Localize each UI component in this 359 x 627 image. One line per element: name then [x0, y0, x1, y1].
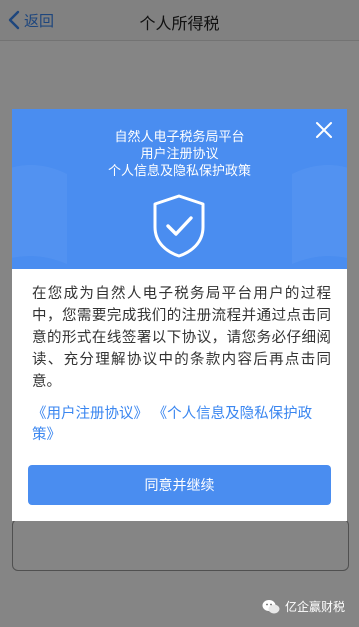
dialog-header: 自然人电子税务局平台 用户注册协议 个人信息及隐私保护政策: [12, 109, 347, 269]
agree-continue-button[interactable]: 同意并继续: [28, 465, 331, 505]
wechat-icon: [262, 599, 280, 613]
user-agreement-link[interactable]: 《用户注册协议》: [32, 406, 148, 422]
dialog-title-line3: 个人信息及隐私保护政策: [107, 164, 251, 179]
close-button[interactable]: [313, 119, 335, 141]
close-icon: [316, 122, 332, 138]
dialog-title: 自然人电子税务局平台 用户注册协议 个人信息及隐私保护政策: [52, 129, 307, 180]
agreement-dialog: 自然人电子税务局平台 用户注册协议 个人信息及隐私保护政策 在您成为自然人电子税…: [12, 109, 347, 521]
dialog-title-line1: 自然人电子税务局平台: [114, 130, 245, 145]
shield-check-icon: [153, 194, 205, 258]
dialog-title-line2: 用户注册协议: [140, 147, 219, 162]
watermark: 亿企赢财税: [262, 598, 345, 615]
agreement-description: 在您成为自然人电子税务局平台用户的过程中，您需要完成我们的注册流程并通过点击同意…: [32, 286, 331, 390]
agreement-links: 《用户注册协议》 《个人信息及隐私保护政策》: [32, 404, 333, 446]
watermark-text: 亿企赢财税: [284, 600, 345, 614]
